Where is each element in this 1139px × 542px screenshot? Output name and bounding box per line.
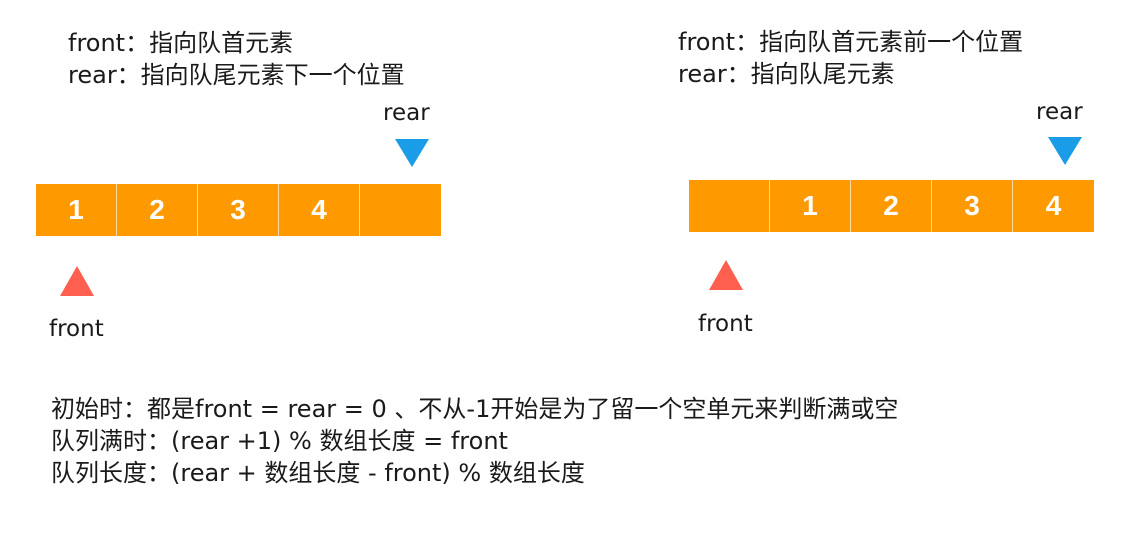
right-queue-cell-0 [689, 180, 770, 232]
note-initial-state: 初始时：都是front = rear = 0 、不从-1开始是为了留一个空单元来… [51, 395, 899, 423]
right-queue-cell-4: 4 [1013, 180, 1094, 232]
left-rear-pointer-icon [395, 139, 429, 167]
right-rear-pointer-icon [1048, 137, 1082, 165]
left-rear-label: rear [383, 100, 430, 126]
left-queue-cell-1: 2 [117, 184, 198, 236]
right-front-label: front [698, 311, 753, 337]
left-queue-cell-2: 3 [198, 184, 279, 236]
right-queue-cell-2: 2 [851, 180, 932, 232]
right-queue-cell-1: 1 [770, 180, 851, 232]
right-queue-array: 1 2 3 4 [689, 180, 1094, 232]
left-front-description: front：指向队首元素 [68, 29, 294, 57]
right-rear-label: rear [1036, 99, 1083, 125]
left-front-label: front [49, 316, 104, 342]
left-front-pointer-icon [60, 266, 94, 296]
right-queue-cell-3: 3 [932, 180, 1013, 232]
left-rear-description: rear：指向队尾元素下一个位置 [68, 61, 405, 89]
right-front-pointer-icon [709, 260, 743, 290]
left-queue-array: 1 2 3 4 [36, 184, 441, 236]
left-queue-cell-0: 1 [36, 184, 117, 236]
left-queue-cell-3: 4 [279, 184, 360, 236]
left-queue-cell-4 [360, 184, 441, 236]
right-rear-description: rear：指向队尾元素 [678, 60, 895, 88]
right-front-description: front：指向队首元素前一个位置 [678, 28, 1024, 56]
note-queue-length: 队列长度：(rear + 数组长度 - front) % 数组长度 [51, 459, 585, 487]
note-queue-full: 队列满时：(rear +1) % 数组长度 = front [51, 427, 508, 455]
